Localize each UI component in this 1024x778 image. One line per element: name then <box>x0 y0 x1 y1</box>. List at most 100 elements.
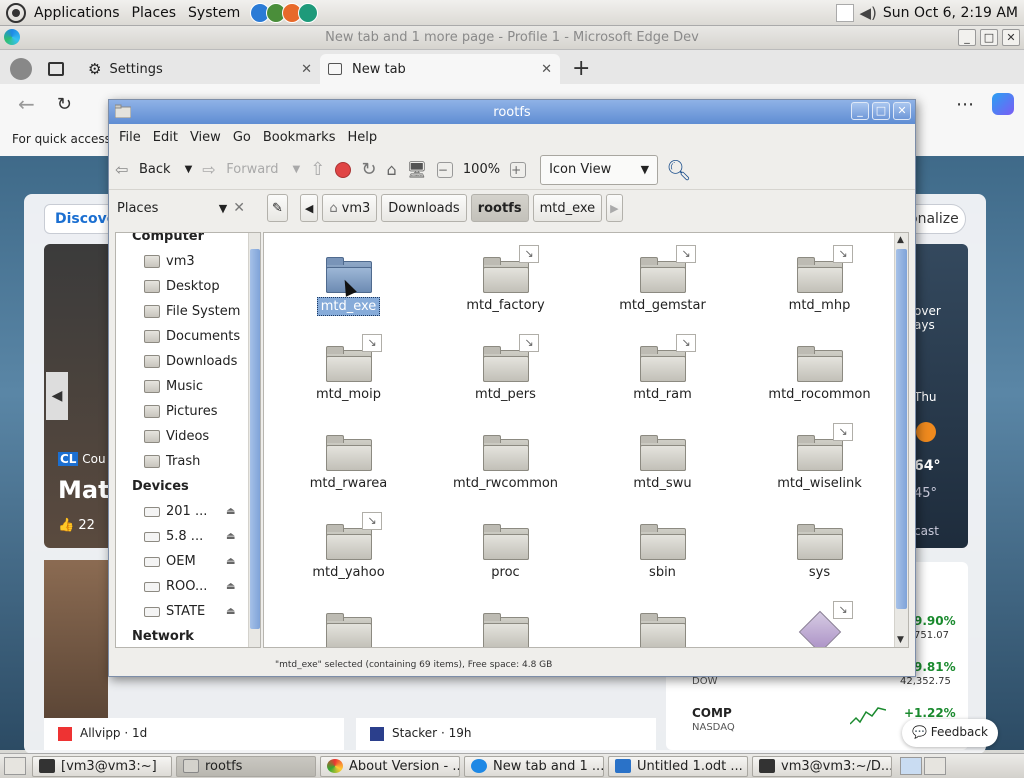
file-item[interactable]: ↘ mtd_factory <box>427 241 584 330</box>
file-item[interactable]: ↘ mtd_mhp <box>741 241 898 330</box>
workspace-2[interactable] <box>924 757 946 775</box>
zoom-out-icon[interactable]: − <box>436 161 453 178</box>
eject-icon[interactable]: ⏏ <box>226 531 235 542</box>
fm-close-button[interactable]: ✕ <box>893 102 911 120</box>
menu-edit[interactable]: Edit <box>147 130 184 145</box>
stop-icon[interactable] <box>335 161 352 178</box>
crumb-mtd-exe[interactable]: mtd_exe <box>532 194 603 222</box>
browser-maximize-button[interactable]: □ <box>980 29 998 46</box>
crumb-downloads[interactable]: Downloads <box>381 194 467 222</box>
file-item[interactable]: ↘ mtd_pers <box>427 330 584 419</box>
up-icon[interactable]: ⇧ <box>310 159 325 180</box>
sidebar-item-music[interactable]: Music <box>116 374 260 399</box>
notification-icon[interactable] <box>835 3 854 22</box>
sidebar-item-documents[interactable]: Documents <box>116 324 260 349</box>
forward-history-dropdown[interactable]: ▼ <box>293 164 301 175</box>
hero-likes[interactable]: 👍 22 <box>58 518 95 533</box>
eject-icon[interactable]: ⏏ <box>226 556 235 567</box>
eject-icon[interactable]: ⏏ <box>226 506 235 517</box>
file-item[interactable] <box>584 597 741 647</box>
file-item[interactable]: ↘ mtd_gemstar <box>584 241 741 330</box>
task-terminal-1[interactable]: [vm3@vm3:~] <box>32 755 172 777</box>
crumb-scroll-left[interactable]: ◀ <box>299 194 319 222</box>
file-item[interactable]: mtd_rocommon <box>741 330 898 419</box>
home-icon[interactable]: ⌂ <box>386 160 396 179</box>
applications-menu[interactable]: Applications <box>28 5 126 21</box>
file-item[interactable] <box>270 597 427 647</box>
task-terminal-2[interactable]: vm3@vm3:~/D... <box>752 755 892 777</box>
sidebar-item-pictures[interactable]: Pictures <box>116 399 260 424</box>
menu-help[interactable]: Help <box>341 130 383 145</box>
task-writer[interactable]: Untitled 1.odt ... <box>608 755 748 777</box>
more-icon[interactable]: ⋯ <box>956 94 974 115</box>
refresh-icon[interactable]: ↻ <box>57 94 72 115</box>
crumb-rootfs[interactable]: rootfs <box>470 194 529 222</box>
sidebar-item-vm3[interactable]: vm3 <box>116 249 260 274</box>
file-item[interactable]: mtd_swu <box>584 419 741 508</box>
sidebar-item-file-system[interactable]: File System <box>116 299 260 324</box>
sidebar-item-5-8[interactable]: 5.8 ... ⏏ <box>116 524 260 549</box>
forward-button[interactable]: ⇨ Forward ▼ <box>202 160 300 180</box>
view-mode-select[interactable]: Icon View ▼ <box>540 154 659 185</box>
file-item[interactable]: sbin <box>584 508 741 597</box>
task-edge[interactable]: New tab and 1 ... <box>464 755 604 777</box>
search-icon[interactable]: 🔍︎ <box>666 158 691 182</box>
edit-location-button[interactable]: ✎ <box>267 194 288 222</box>
crumb-scroll-right[interactable]: ▶ <box>606 194 623 222</box>
menu-go[interactable]: Go <box>227 130 257 145</box>
file-item[interactable]: proc <box>427 508 584 597</box>
back-history-dropdown[interactable]: ▼ <box>185 164 193 175</box>
computer-icon[interactable]: 🖥 <box>407 160 427 179</box>
tab-close-icon[interactable]: ✕ <box>301 62 312 77</box>
clock[interactable]: Sun Oct 6, 2:19 AM <box>883 5 1018 21</box>
browser-close-button[interactable]: ✕ <box>1002 29 1020 46</box>
copilot-icon[interactable] <box>992 93 1014 115</box>
tab-close-icon[interactable]: ✕ <box>541 62 552 77</box>
feedback-button[interactable]: 💬 Feedback <box>902 719 998 747</box>
sidebar-item-downloads[interactable]: Downloads <box>116 349 260 374</box>
file-item[interactable]: ↘ mtd_yahoo <box>270 508 427 597</box>
tab-actions-icon[interactable] <box>48 62 64 76</box>
sidebar-scrollbar[interactable] <box>248 233 260 647</box>
back-button[interactable]: ⇦ Back ▼ <box>115 160 192 180</box>
new-tab-button[interactable]: + <box>572 56 590 81</box>
gnome-foot-icon[interactable] <box>6 2 26 23</box>
eject-icon[interactable]: ⏏ <box>226 581 235 592</box>
volume-icon[interactable]: ◀) <box>860 4 877 22</box>
fm-minimize-button[interactable]: _ <box>851 102 869 120</box>
close-sidebar-icon[interactable]: ✕ <box>233 200 245 216</box>
show-desktop-icon[interactable] <box>4 757 26 775</box>
sidebar-item-videos[interactable]: Videos <box>116 424 260 449</box>
profile-avatar[interactable] <box>10 58 32 80</box>
system-menu[interactable]: System <box>182 5 246 21</box>
file-item[interactable]: sys <box>741 508 898 597</box>
workspace-switcher[interactable] <box>900 757 922 775</box>
sidebar-item-trash[interactable]: Trash <box>116 449 260 474</box>
sidebar-item-desktop[interactable]: Desktop <box>116 274 260 299</box>
file-view-scrollbar[interactable]: ▲ ▼ <box>894 233 908 647</box>
zoom-in-icon[interactable]: + <box>510 161 527 178</box>
fm-maximize-button[interactable]: □ <box>872 102 890 120</box>
menu-bookmarks[interactable]: Bookmarks <box>257 130 342 145</box>
eject-icon[interactable]: ⏏ <box>226 606 235 617</box>
edge-dev-launcher-icon[interactable] <box>298 2 319 23</box>
zoom-level[interactable]: 100% <box>463 162 500 177</box>
task-chrome[interactable]: About Version - ... <box>320 755 460 777</box>
browser-minimize-button[interactable]: _ <box>958 29 976 46</box>
file-item[interactable]: ↘ mtd_ram <box>584 330 741 419</box>
file-item[interactable]: ↘ <box>741 597 898 647</box>
sidebar-item-oem[interactable]: OEM ⏏ <box>116 549 260 574</box>
card2-image[interactable] <box>44 560 108 718</box>
file-item[interactable]: mtd_rwcommon <box>427 419 584 508</box>
file-item[interactable]: ↘ mtd_moip <box>270 330 427 419</box>
file-item[interactable] <box>427 597 584 647</box>
reload-icon[interactable]: ↻ <box>361 159 376 180</box>
menu-file[interactable]: File <box>113 130 147 145</box>
file-item[interactable]: ↘ mtd_wiselink <box>741 419 898 508</box>
carousel-prev-button[interactable]: ◀ <box>46 372 68 420</box>
task-rootfs[interactable]: rootfs <box>176 755 316 777</box>
crumb-vm3[interactable]: ⌂ vm3 <box>322 194 378 222</box>
sidebar-item-state[interactable]: STATE ⏏ <box>116 599 260 624</box>
menu-view[interactable]: View <box>184 130 227 145</box>
tab-settings[interactable]: ⚙ Settings ✕ <box>80 54 320 84</box>
